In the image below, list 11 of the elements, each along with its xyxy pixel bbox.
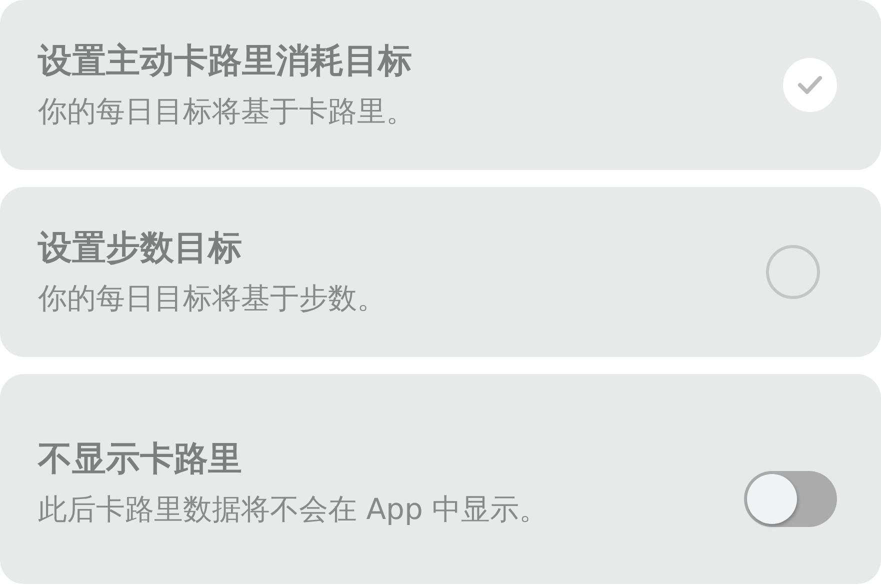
- option-card[interactable]: 设置主动卡路里消耗目标 你的每日目标将基于卡路里。: [0, 0, 881, 170]
- option-description: 此后卡路里数据将不会在 App 中显示。: [38, 491, 548, 528]
- check-icon: [797, 75, 823, 95]
- option-title: 设置主动卡路里消耗目标: [38, 40, 413, 83]
- option-description: 你的每日目标将基于卡路里。: [38, 93, 415, 130]
- option-title: 不显示卡路里: [38, 438, 243, 481]
- option-card[interactable]: 设置步数目标 你的每日目标将基于步数。: [0, 187, 881, 357]
- radio-button[interactable]: [766, 245, 820, 299]
- option-description: 你的每日目标将基于步数。: [38, 280, 386, 317]
- option-card[interactable]: 不显示卡路里 此后卡路里数据将不会在 App 中显示。: [0, 374, 881, 584]
- option-title: 设置步数目标: [38, 227, 243, 270]
